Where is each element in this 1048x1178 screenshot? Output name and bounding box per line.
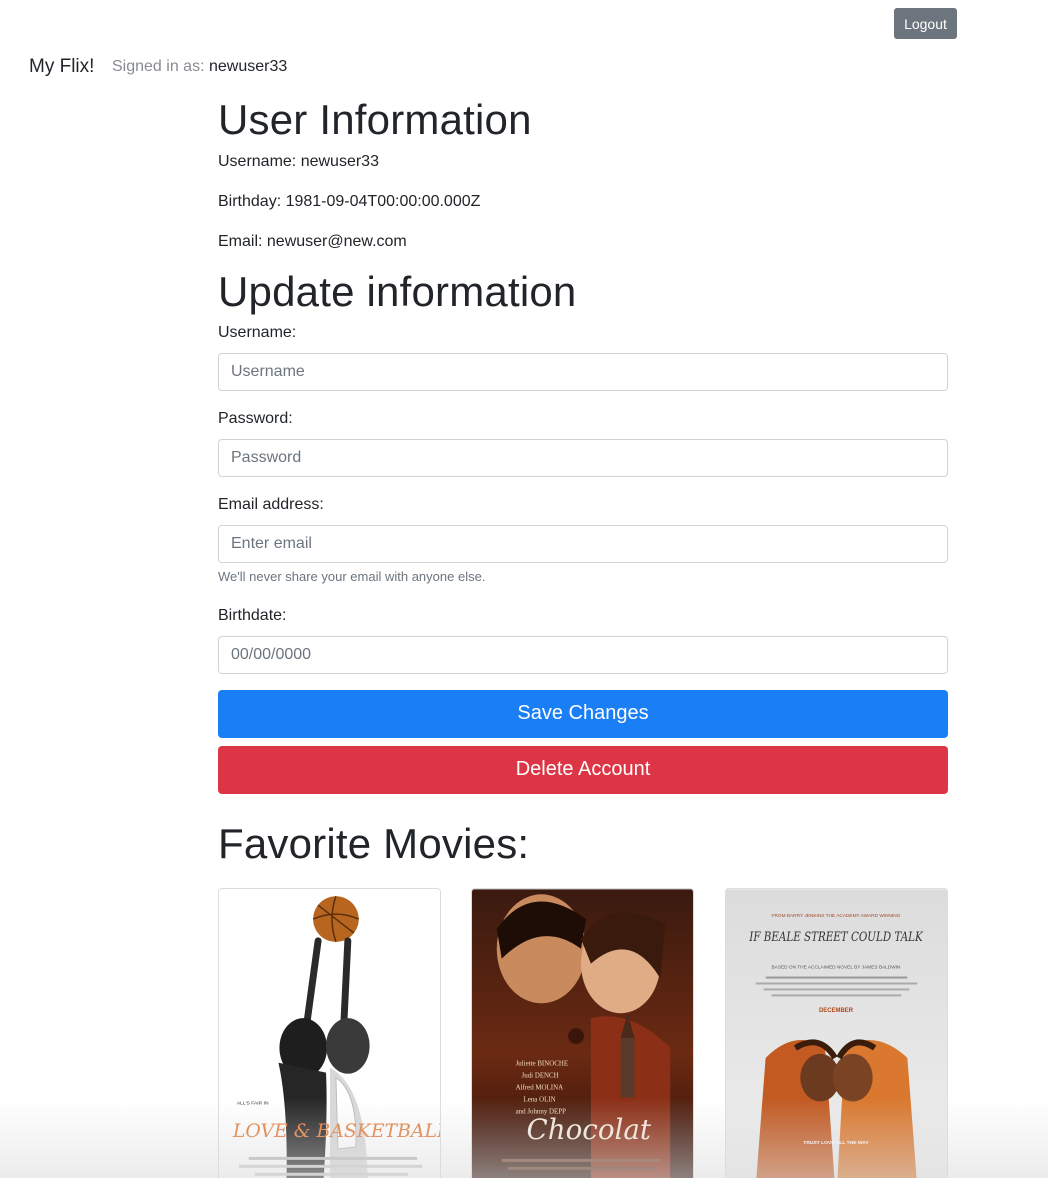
movie-card[interactable]: FROM BARRY JENKINS THE ACADEMY AWARD WIN… xyxy=(725,888,948,1178)
username-input[interactable] xyxy=(218,352,948,391)
update-form: Username: Password: Email address: We'll… xyxy=(218,321,948,794)
poster-title: IF BEALE STREET COULD TALK xyxy=(748,930,923,945)
movie-poster-chocolat[interactable]: Juliette BINOCHE Judi DENCH Alfred MOLIN… xyxy=(472,889,693,1178)
email-info: Email: newuser@new.com xyxy=(218,233,407,251)
birthday-info: Birthday: 1981-09-04T00:00:00.000Z xyxy=(218,193,481,211)
birthdate-input[interactable] xyxy=(218,635,948,674)
email-label: Email address: xyxy=(218,495,324,513)
update-info-title: Update information xyxy=(218,268,577,316)
password-input[interactable] xyxy=(218,438,948,477)
poster-credit: Juliette BINOCHE xyxy=(516,1061,568,1068)
poster-tagline: ALL'S FAIR IN xyxy=(237,1100,269,1106)
main-content: User Information Username: newuser33 Bir… xyxy=(218,96,948,868)
poster-top-line: FROM BARRY JENKINS THE ACADEMY AWARD WIN… xyxy=(772,913,901,919)
username-info: Username: newuser33 xyxy=(218,153,379,171)
poster-sub-line: BASED ON THE ACCLAIMED NOVEL BY JAMES BA… xyxy=(772,965,902,971)
birthdate-label: Birthdate: xyxy=(218,606,287,624)
movie-card[interactable]: ALL'S FAIR IN LOVE & BASKETBALL xyxy=(218,888,441,1178)
email-help-text: We'll never share your email with anyone… xyxy=(218,568,486,584)
poster-credit: Lena OLIN xyxy=(524,1096,556,1103)
favorite-movies-grid: ALL'S FAIR IN LOVE & BASKETBALL Juliette… xyxy=(218,888,948,1178)
delete-account-button[interactable]: Delete Account xyxy=(218,745,948,794)
poster-tagline: TRUST LOVE ALL THE WAY xyxy=(803,1140,869,1146)
save-changes-button[interactable]: Save Changes xyxy=(218,689,948,738)
user-info-title: User Information xyxy=(218,96,532,143)
poster-credit: Alfred MOLINA xyxy=(516,1085,563,1092)
favorite-movies-title: Favorite Movies: xyxy=(218,819,530,867)
brand-link[interactable]: My Flix! xyxy=(29,56,94,78)
logout-button[interactable]: Logout xyxy=(894,8,957,39)
movie-poster-if-beale-street-could-talk[interactable]: FROM BARRY JENKINS THE ACADEMY AWARD WIN… xyxy=(726,889,947,1178)
username-label: Username: xyxy=(218,323,297,341)
password-label: Password: xyxy=(218,409,293,427)
poster-credit: Judi DENCH xyxy=(522,1073,559,1080)
poster-title: Chocolat xyxy=(527,1113,652,1146)
poster-title: LOVE & BASKETBALL xyxy=(232,1121,440,1142)
poster-month: DECEMBER xyxy=(819,1008,854,1014)
profile-page: Logout My Flix! Signed in as: newuser33 … xyxy=(0,0,1048,1178)
signed-in-username: newuser33 xyxy=(208,58,288,75)
movie-poster-love-and-basketball[interactable]: ALL'S FAIR IN LOVE & BASKETBALL xyxy=(219,889,440,1178)
movie-card[interactable]: Juliette BINOCHE Judi DENCH Alfred MOLIN… xyxy=(471,888,694,1178)
signed-in-prefix: Signed in as: xyxy=(112,58,205,75)
email-input[interactable] xyxy=(218,524,948,563)
signed-in-status: Signed in as: newuser33 xyxy=(112,58,287,76)
